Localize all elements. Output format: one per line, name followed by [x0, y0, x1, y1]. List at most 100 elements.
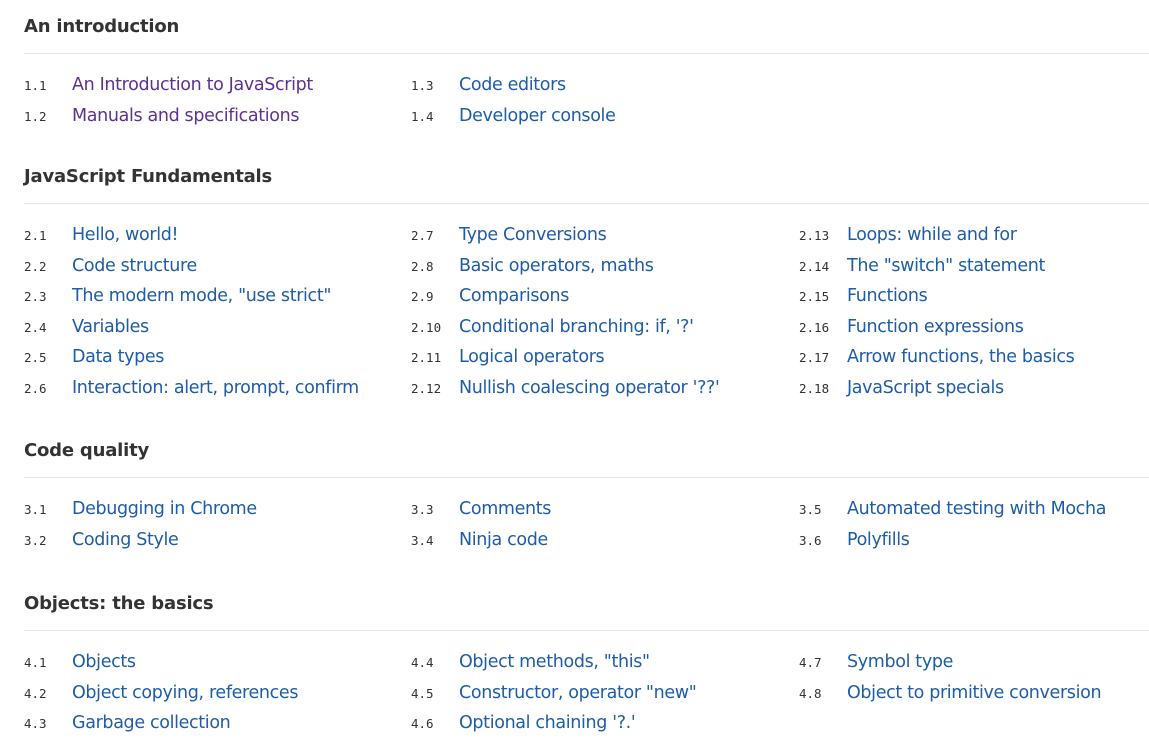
chapter-link-debugging-in-chrome[interactable]: Debugging in Chrome [72, 499, 257, 519]
section-divider [24, 53, 1149, 54]
chapter-number: 4.7 [799, 655, 822, 670]
chapter-item: 1.4 Developer console [411, 106, 799, 137]
chapter-link-polyfills[interactable]: Polyfills [847, 530, 910, 550]
chapter-link-loops-while-and-for[interactable]: Loops: while and for [847, 225, 1017, 245]
chapter-link-the-switch-statement[interactable]: The "switch" statement [847, 256, 1045, 276]
chapter-item: 3.1 Debugging in Chrome [24, 499, 411, 530]
section-title: Objects: the basics [24, 593, 214, 614]
chapter-item: 2.14 The "switch" statement [799, 256, 1149, 287]
chapter-link-ninja-code[interactable]: Ninja code [459, 530, 548, 550]
chapter-list: 4.1 Objects 4.2 Object copying, references 4… [24, 652, 1149, 744]
chapter-link-symbol-type[interactable]: Symbol type [847, 652, 953, 672]
chapter-number: 3.1 [24, 502, 47, 517]
chapter-item: 4.3 Garbage collection [24, 713, 411, 744]
section-code-quality: Code quality 3.1 Debugging in Chrome 3.2 Cod… [24, 439, 1149, 550]
chapter-item: 2.6 Interaction: alert, prompt, confirm [24, 378, 411, 409]
chapter-number: 3.5 [799, 502, 822, 517]
chapter-item: 2.13 Loops: while and for [799, 225, 1149, 256]
chapter-item: 2.16 Function expressions [799, 317, 1149, 348]
chapter-link-code-editors[interactable]: Code editors [459, 75, 566, 95]
chapter-link-object-copying-references[interactable]: Object copying, references [72, 683, 298, 703]
chapter-item: 2.8 Basic operators, maths [411, 256, 799, 287]
chapter-number: 2.1 [24, 228, 47, 243]
chapter-number: 2.16 [799, 319, 830, 335]
chapter-item: 2.2 Code structure [24, 256, 411, 287]
chapter-item: 2.11 Logical operators [411, 347, 799, 378]
chapter-item: 2.5 Data types [24, 347, 411, 378]
section-javascript-fundamentals: JavaScript Fundamentals 2.1 Hello, world! 2… [24, 165, 1149, 398]
chapter-link-functions[interactable]: Functions [847, 286, 928, 306]
chapter-link-logical-operators[interactable]: Logical operators [459, 347, 605, 367]
section-divider [24, 630, 1149, 631]
chapter-link-developer-console[interactable]: Developer console [459, 106, 616, 126]
chapter-number: 2.13 [799, 228, 830, 243]
chapter-number: 2.18 [799, 380, 830, 396]
chapter-item: 2.9 Comparisons [411, 286, 799, 317]
chapter-link-interaction-alert-prompt-confirm[interactable]: Interaction: alert, prompt, confirm [72, 378, 359, 398]
chapter-item: 1.1 An Introduction to JavaScript [24, 75, 411, 106]
chapter-number: 4.8 [799, 685, 822, 701]
chapter-number: 2.2 [24, 258, 47, 274]
chapter-number: 3.2 [24, 532, 47, 548]
chapter-number: 1.1 [24, 78, 47, 93]
chapter-number: 2.12 [411, 380, 442, 396]
chapter-number: 4.2 [24, 685, 47, 701]
chapter-number: 1.3 [411, 78, 434, 93]
chapter-link-object-to-primitive-conversion[interactable]: Object to primitive conversion [847, 683, 1102, 703]
chapter-item: 2.12 Nullish coalescing operator '??' [411, 378, 799, 409]
chapter-link-object-methods-this[interactable]: Object methods, "this" [459, 652, 650, 672]
chapter-item: 1.2 Manuals and specifications [24, 106, 411, 137]
chapter-number: 2.10 [411, 319, 442, 335]
chapter-number: 2.7 [411, 228, 434, 243]
chapter-link-optional-chaining[interactable]: Optional chaining '?.' [459, 713, 636, 733]
chapter-link-hello-world[interactable]: Hello, world! [72, 225, 178, 245]
chapter-link-an-introduction-to-javascript[interactable]: An Introduction to JavaScript [72, 75, 313, 95]
chapter-item: 2.17 Arrow functions, the basics [799, 347, 1149, 378]
chapter-number: 4.4 [411, 655, 434, 670]
chapter-link-objects[interactable]: Objects [72, 652, 136, 672]
chapter-item: 4.7 Symbol type [799, 652, 1149, 683]
chapter-item: 3.4 Ninja code [411, 530, 799, 561]
chapter-item: 4.8 Object to primitive conversion [799, 683, 1149, 714]
chapter-number: 3.3 [411, 502, 434, 517]
section-objects-the-basics: Objects: the basics 4.1 Objects 4.2 Object c… [24, 592, 1149, 733]
section-title: An introduction [24, 16, 180, 37]
chapter-number: 1.2 [24, 108, 47, 124]
chapter-link-variables[interactable]: Variables [72, 317, 149, 337]
chapter-list: 3.1 Debugging in Chrome 3.2 Coding Style 3.3… [24, 499, 1149, 560]
chapter-list: 2.1 Hello, world! 2.2 Code structure 2.3 The … [24, 225, 1149, 409]
chapter-link-basic-operators-maths[interactable]: Basic operators, maths [459, 256, 654, 276]
chapter-link-arrow-functions-the-basics[interactable]: Arrow functions, the basics [847, 347, 1075, 367]
chapter-link-the-modern-mode-use-strict[interactable]: The modern mode, "use strict" [72, 286, 331, 306]
chapter-link-data-types[interactable]: Data types [72, 347, 164, 367]
chapter-link-automated-testing-with-mocha[interactable]: Automated testing with Mocha [847, 499, 1106, 519]
chapter-item: 3.5 Automated testing with Mocha [799, 499, 1149, 530]
chapter-link-conditional-branching-if[interactable]: Conditional branching: if, '?' [459, 317, 694, 337]
chapter-number: 2.15 [799, 289, 830, 305]
chapter-item: 4.4 Object methods, "this" [411, 652, 799, 683]
chapter-number: 2.11 [411, 350, 442, 366]
chapter-link-constructor-operator-new[interactable]: Constructor, operator "new" [459, 683, 697, 703]
chapter-number: 2.4 [24, 319, 47, 335]
chapter-item: 3.3 Comments [411, 499, 799, 530]
chapter-item: 4.1 Objects [24, 652, 411, 683]
chapter-link-manuals-and-specifications[interactable]: Manuals and specifications [72, 106, 300, 126]
chapter-item: 3.2 Coding Style [24, 530, 411, 561]
chapter-link-nullish-coalescing-operator[interactable]: Nullish coalescing operator '??' [459, 378, 720, 398]
chapter-link-function-expressions[interactable]: Function expressions [847, 317, 1024, 337]
section-title: JavaScript Fundamentals [24, 166, 273, 187]
chapter-link-javascript-specials[interactable]: JavaScript specials [847, 378, 1004, 398]
chapter-link-comments[interactable]: Comments [459, 499, 551, 519]
chapter-list: 1.1 An Introduction to JavaScript 1.2 Manua… [24, 75, 1149, 136]
chapter-item: 4.2 Object copying, references [24, 683, 411, 714]
chapter-number: 4.6 [411, 716, 434, 732]
section-an-introduction: An introduction 1.1 An Introduction to Jav… [24, 15, 1149, 126]
chapter-link-comparisons[interactable]: Comparisons [459, 286, 569, 306]
chapter-item: 2.3 The modern mode, "use strict" [24, 286, 411, 317]
chapter-number: 2.8 [411, 258, 434, 274]
chapter-link-coding-style[interactable]: Coding Style [72, 530, 179, 550]
chapter-link-garbage-collection[interactable]: Garbage collection [72, 713, 231, 733]
chapter-number: 2.9 [411, 289, 434, 305]
chapter-link-type-conversions[interactable]: Type Conversions [459, 225, 607, 245]
chapter-link-code-structure[interactable]: Code structure [72, 256, 197, 276]
